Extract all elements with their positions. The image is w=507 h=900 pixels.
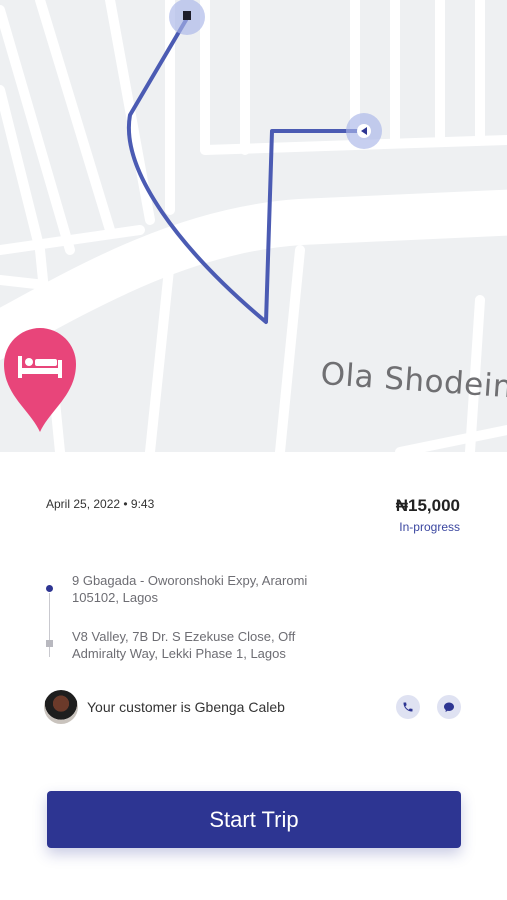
chat-icon — [444, 702, 454, 712]
start-trip-button[interactable]: Start Trip — [47, 791, 461, 848]
avatar — [44, 690, 78, 724]
call-button[interactable] — [396, 695, 420, 719]
pickup-dot-icon — [46, 585, 53, 592]
trip-price: ₦15,000 — [395, 496, 460, 515]
customer-name: Your customer is Gbenga Caleb — [87, 699, 285, 715]
map-view[interactable]: Ola Shodein — [0, 0, 507, 452]
trip-details-sheet: April 25, 2022 • 9:43 ₦15,000 In-progres… — [0, 452, 507, 900]
customer-row: Your customer is Gbenga Caleb — [44, 690, 464, 724]
dropoff-square-icon — [46, 640, 53, 647]
phone-icon — [403, 702, 413, 712]
origin-marker-icon[interactable] — [169, 0, 205, 35]
route-connector — [49, 593, 50, 657]
chat-button[interactable] — [437, 695, 461, 719]
hotel-marker-icon[interactable] — [4, 328, 76, 432]
driver-location-icon[interactable] — [346, 113, 382, 149]
pickup-address: 9 Gbagada - Oworonshoki Expy, Araromi 10… — [72, 573, 308, 605]
trip-datetime: April 25, 2022 • 9:43 — [46, 497, 155, 511]
dropoff-address: V8 Valley, 7B Dr. S Ezekuse Close, Off A… — [72, 629, 296, 661]
trip-status: In-progress — [399, 520, 460, 534]
